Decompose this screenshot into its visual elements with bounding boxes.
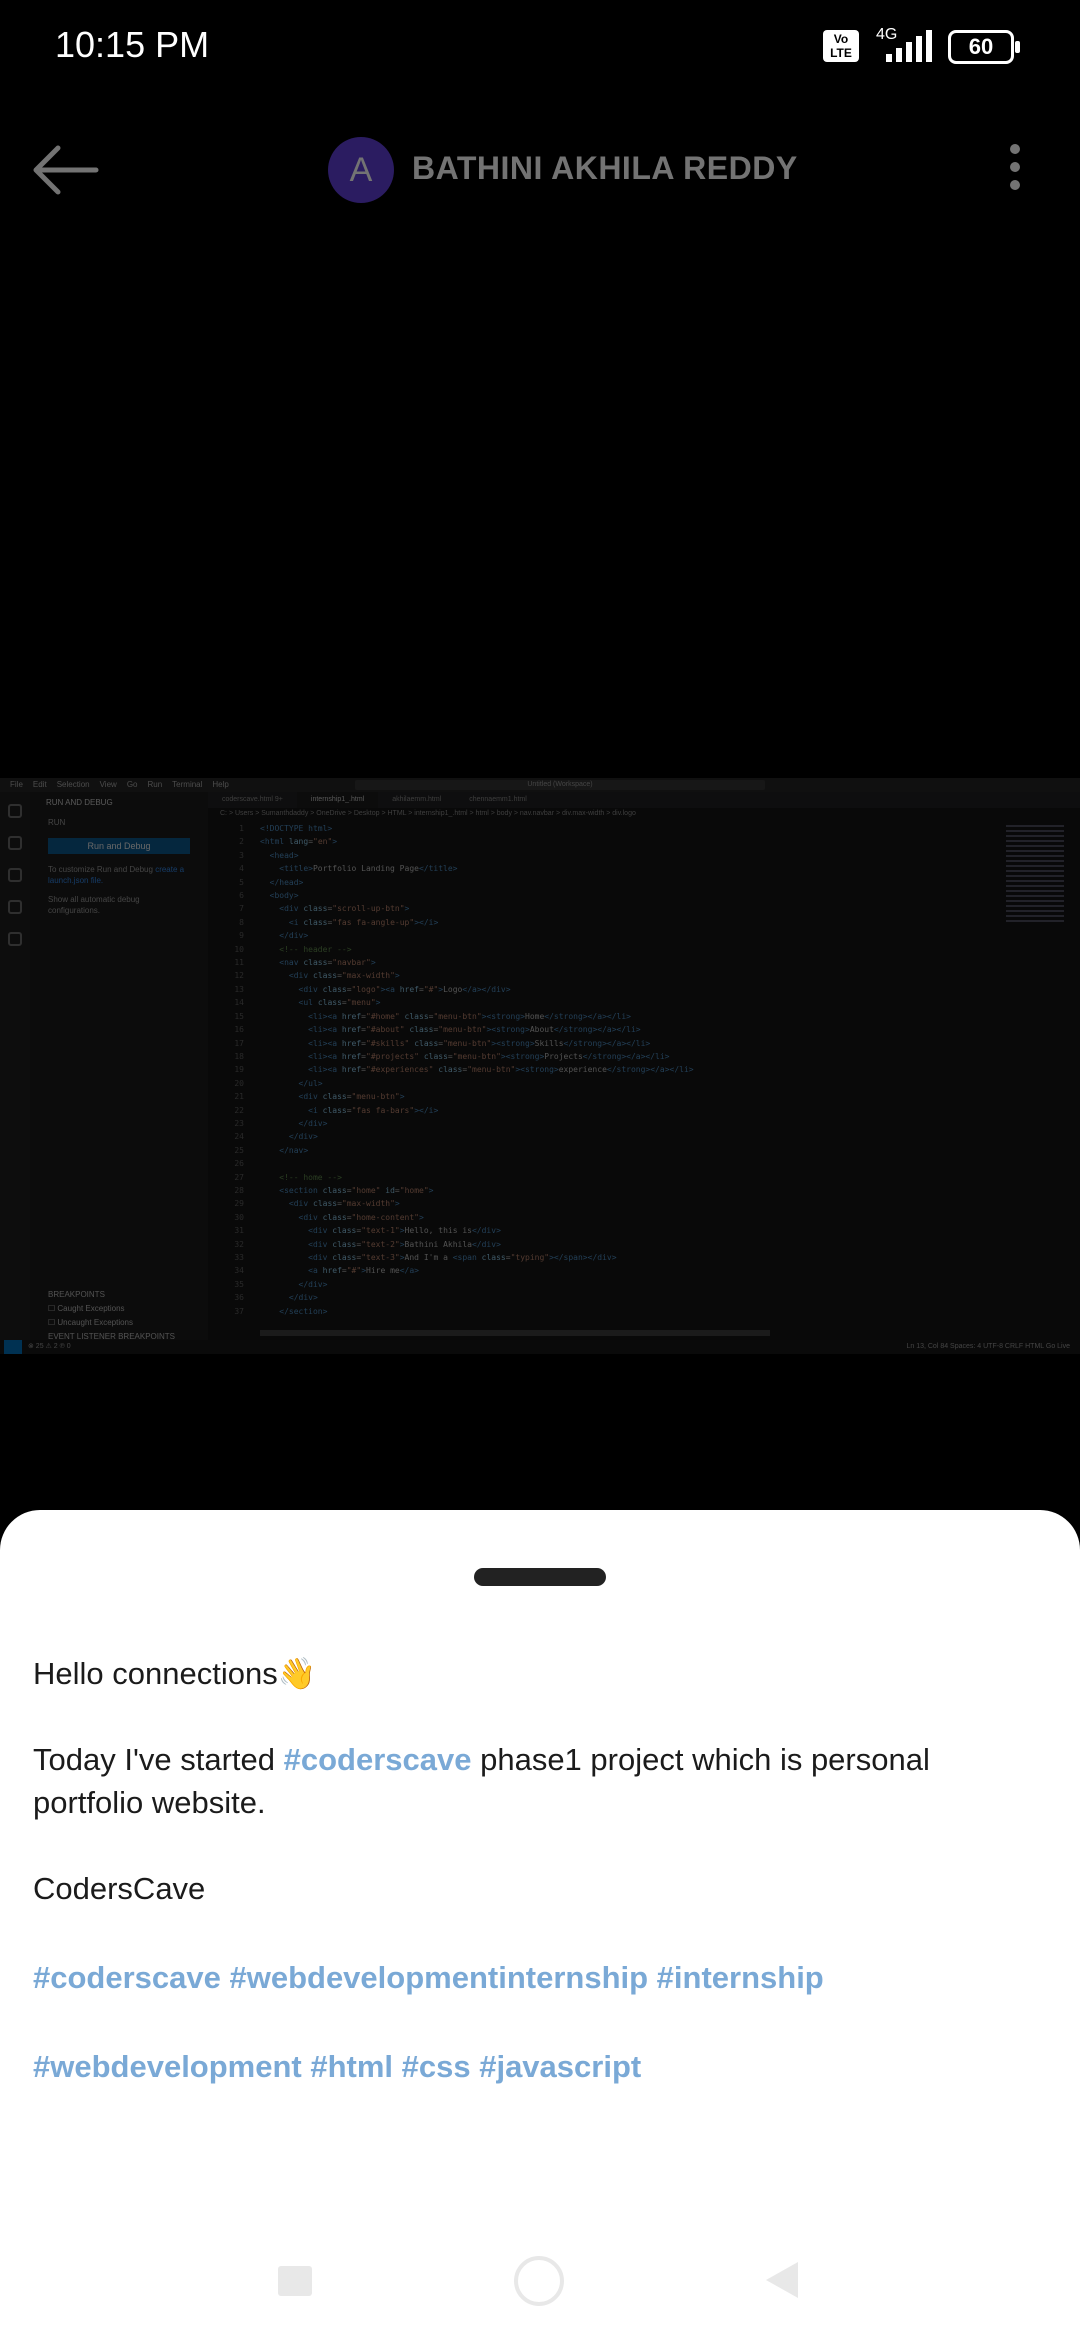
editor-statusbar: ⊗ 25 ⚠ 2 ℗ 0 Ln 13, Col 84 Spaces: 4 UTF… — [0, 1340, 1080, 1354]
home-icon[interactable] — [514, 2256, 564, 2306]
caption-sheet[interactable]: Hello connections👋 Today I've started #c… — [0, 1510, 1080, 2340]
editor-menubar: File Edit Selection View Go Run Terminal Help U… — [0, 778, 1080, 792]
hashtags-row-1[interactable]: #coderscave #webdevelopmentinternship #i… — [33, 1956, 1033, 1999]
editor-scrollbar — [260, 1330, 770, 1336]
editor-activity-bar — [0, 792, 30, 1340]
drag-handle[interactable] — [474, 1568, 606, 1586]
back-triangle-icon[interactable] — [764, 2260, 800, 2300]
recents-icon[interactable] — [278, 2266, 312, 2296]
caption-line-2: Today I've started #coderscave phase1 pr… — [33, 1742, 930, 1820]
editor-sidebar: RUN AND DEBUG RUN Run and Debug To custo… — [30, 792, 208, 1341]
hashtag-link[interactable]: #coderscave — [284, 1742, 472, 1777]
avatar[interactable]: A — [328, 137, 394, 203]
volte-badge: Vo LTE — [823, 30, 859, 62]
profile-name[interactable]: BATHINI AKHILA REDDY — [412, 150, 798, 187]
signal-icon — [886, 30, 932, 62]
caption-line-3: CodersCave — [33, 1871, 206, 1906]
hashtags-row-2[interactable]: #webdevelopment #html #css #javascript — [33, 2045, 1033, 2088]
status-time: 10:15 PM — [55, 24, 210, 65]
system-nav-bar — [0, 2240, 1080, 2320]
more-vertical-icon[interactable] — [1000, 140, 1030, 200]
battery-icon: 60 — [948, 30, 1020, 64]
post-caption: Hello connections👋 Today I've started #c… — [33, 1652, 1033, 2088]
run-and-debug-button: Run and Debug — [48, 838, 190, 854]
editor-tabs: coderscave.html 9+ internship1_.html akhil… — [208, 792, 1080, 808]
editor-breadcrumb: C: > Users > Sumanthdaddy > OneDrive > D… — [220, 810, 636, 817]
app-bar: A BATHINI AKHILA REDDY — [0, 120, 1080, 220]
editor-search: Untitled (Workspace) — [355, 780, 765, 790]
battery-level: 60 — [968, 34, 994, 59]
post-image[interactable]: File Edit Selection View Go Run Terminal Help U… — [0, 778, 1080, 1354]
arrow-left-icon[interactable] — [30, 144, 100, 196]
caption-line-1: Hello connections👋 — [33, 1656, 317, 1691]
status-bar: 10:15 PM Vo LTE 4G 60 — [0, 0, 1080, 96]
code-editor: 1 2 3 4 5 6 7 8 9 10 11 12 13 14 15 16 1… — [234, 824, 694, 1316]
editor-minimap — [1000, 822, 1070, 1328]
